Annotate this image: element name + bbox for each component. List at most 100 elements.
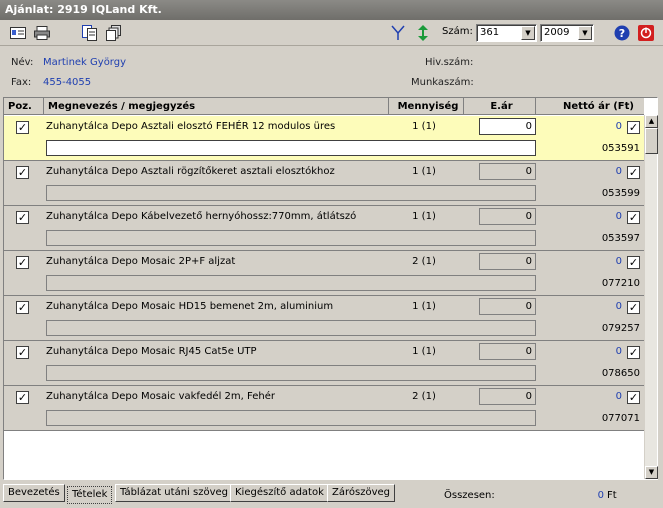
col-name[interactable]: Megnevezés / megjegyzés [44,98,389,115]
item-name: Zuhanytálca Depo Mosaic 2P+F aljzat [46,256,236,267]
net-price: 0 [615,346,622,357]
sort-arrows-icon[interactable] [415,25,431,41]
table-row[interactable]: ✓ Zuhanytálca Depo Mosaic vakfedél 2m, Fe… [4,386,644,431]
item-code: 077210 [601,278,640,289]
chevron-down-icon[interactable]: ▼ [521,26,535,40]
nev-label: Név: [11,57,34,68]
row-checkbox[interactable]: ✓ [16,166,29,179]
tab-tablazat-utani-szoveg[interactable]: Táblázat utáni szöveg [115,484,233,502]
table-row[interactable]: ✓ Zuhanytálca Depo Mosaic RJ45 Cat5e UTP 1… [4,341,644,386]
fax-value: 455-4055 [43,77,92,88]
item-name: Zuhanytálca Depo Asztali elosztó FEHÉR 1… [46,121,336,132]
fax-label: Fax: [11,77,32,88]
row-checkbox[interactable]: ✓ [16,391,29,404]
total-unit: Ft [607,490,617,501]
col-qty[interactable]: Mennyiség [389,98,464,115]
row-checkbox[interactable]: ✓ [16,346,29,359]
hivszam-label: Hiv.szám: [425,57,474,68]
close-icon[interactable] [638,25,654,41]
item-quantity: 2 (1) [412,391,436,402]
item-name: Zuhanytálca Depo Mosaic vakfedél 2m, Feh… [46,391,275,402]
net-price: 0 [615,166,622,177]
chevron-down-icon[interactable]: ▼ [578,26,592,40]
note-input[interactable] [46,320,536,336]
unit-price-input[interactable]: 0 [479,343,536,360]
tab-tetelek[interactable]: Tételek [67,486,113,504]
unit-price-input[interactable]: 0 [479,253,536,270]
stack-docs-icon[interactable] [106,25,122,41]
table-row[interactable]: ✓ Zuhanytálca Depo Mosaic 2P+F aljzat 2 (1… [4,251,644,296]
table-row[interactable]: ✓ Zuhanytálca Depo Asztali rögzítőkeret a… [4,161,644,206]
net-checkbox[interactable]: ✓ [627,166,640,179]
unit-price-input[interactable]: 0 [479,118,536,135]
item-quantity: 1 (1) [412,346,436,357]
vertical-scrollbar[interactable]: ▲ ▼ [644,115,658,479]
unit-price-input[interactable]: 0 [479,298,536,315]
column-header: Poz. Megnevezés / megjegyzés Mennyiség E… [4,98,644,115]
item-name: Zuhanytálca Depo Asztali rögzítőkeret as… [46,166,335,177]
item-name: Zuhanytálca Depo Mosaic HD15 bemenet 2m,… [46,301,334,312]
unit-price-input[interactable]: 0 [479,208,536,225]
net-price: 0 [615,301,622,312]
items-grid: Poz. Megnevezés / megjegyzés Mennyiség E… [3,97,658,480]
note-input[interactable] [46,410,536,426]
total-label: Összesen: [444,490,495,501]
item-quantity: 1 (1) [412,211,436,222]
net-checkbox[interactable]: ✓ [627,256,640,269]
note-input[interactable] [46,230,536,246]
item-name: Zuhanytálca Depo Mosaic RJ45 Cat5e UTP [46,346,257,357]
item-quantity: 1 (1) [412,301,436,312]
window-title: Ajánlat: 2919 IQLand Kft. [0,0,663,20]
note-input[interactable] [46,185,536,201]
note-input[interactable] [46,275,536,291]
table-row[interactable]: ✓ Zuhanytálca Depo Kábelvezető hernyóhoss… [4,206,644,251]
note-input[interactable] [46,365,536,381]
item-code: 078650 [601,368,640,379]
help-icon[interactable]: ? [614,25,630,41]
col-net-price[interactable]: Nettó ár (Ft) [536,98,644,115]
unit-price-input[interactable]: 0 [479,388,536,405]
item-code: 053591 [601,143,640,154]
item-code: 053599 [601,188,640,199]
col-poz[interactable]: Poz. [4,98,44,115]
print-icon[interactable] [34,25,50,41]
year-select[interactable]: 2009 ▼ [540,24,594,42]
item-code: 053597 [601,233,640,244]
net-checkbox[interactable]: ✓ [627,211,640,224]
net-checkbox[interactable]: ✓ [627,391,640,404]
net-price: 0 [615,256,622,267]
table-row[interactable]: ✓ Zuhanytálca Depo Mosaic HD15 bemenet 2m… [4,296,644,341]
scroll-up-icon[interactable]: ▲ [645,115,658,128]
row-checkbox[interactable]: ✓ [16,301,29,314]
net-checkbox[interactable]: ✓ [627,301,640,314]
szam-value: 361 [480,27,500,38]
row-checkbox[interactable]: ✓ [16,256,29,269]
filter-icon[interactable] [390,25,406,41]
row-checkbox[interactable]: ✓ [16,121,29,134]
item-code: 077071 [601,413,640,424]
net-price: 0 [615,391,622,402]
scroll-down-icon[interactable]: ▼ [645,466,658,479]
copy-doc-icon[interactable] [82,25,98,41]
unit-price-input[interactable]: 0 [479,163,536,180]
card-icon[interactable] [10,25,26,41]
table-row[interactable]: ✓ Zuhanytálca Depo Asztali elosztó FEHÉR … [4,116,644,161]
item-quantity: 2 (1) [412,256,436,267]
net-checkbox[interactable]: ✓ [627,121,640,134]
scroll-thumb[interactable] [645,128,658,154]
tab-bevezetes[interactable]: Bevezetés [3,484,65,502]
total-value: 0 [597,490,604,501]
net-checkbox[interactable]: ✓ [627,346,640,359]
szam-label: Szám: [442,26,473,37]
note-input[interactable] [46,140,536,156]
item-code: 079257 [601,323,640,334]
row-checkbox[interactable]: ✓ [16,211,29,224]
item-name: Zuhanytálca Depo Kábelvezető hernyóhossz… [46,211,357,222]
item-quantity: 1 (1) [412,166,436,177]
net-price: 0 [615,121,622,132]
szam-select[interactable]: 361 ▼ [476,24,537,42]
col-unit-price[interactable]: E.ár [464,98,536,115]
svg-text:?: ? [619,27,625,40]
tab-kiegeszito-adatok[interactable]: Kiegészítő adatok [230,484,329,502]
tab-zaroszoveg[interactable]: Zárószöveg [327,484,395,502]
